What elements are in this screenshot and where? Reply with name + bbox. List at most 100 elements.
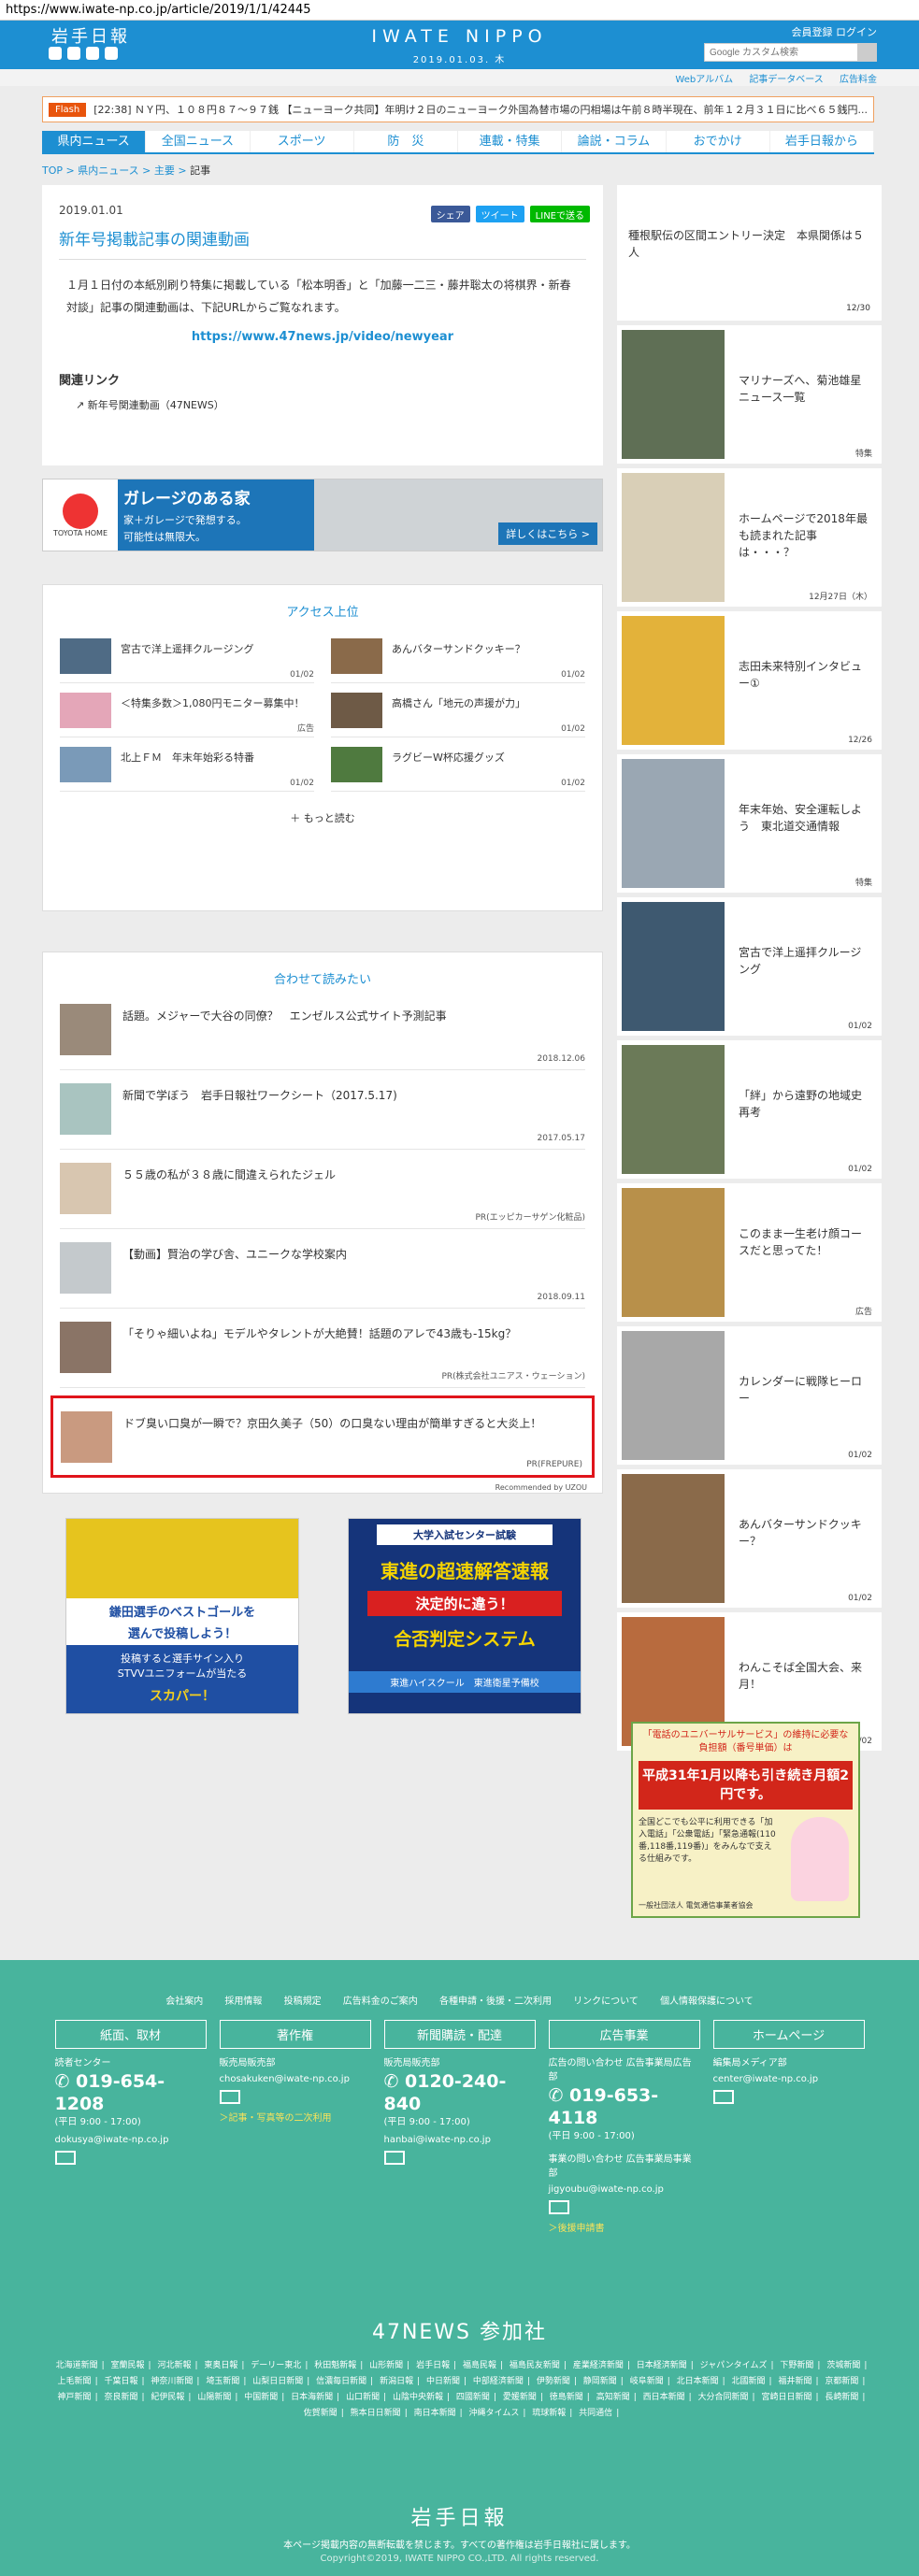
nav-prefectural-news[interactable]: 県内ニュース bbox=[42, 131, 147, 152]
ranking-item[interactable]: 高橋さん「地元の声援が力」 01/02 bbox=[331, 693, 585, 737]
partner-paper-link[interactable]: 京都新聞 bbox=[825, 2377, 858, 2386]
sidebar-item[interactable]: マリナーズへ、菊池雄星ニュース一覧 特集 bbox=[617, 325, 882, 464]
partner-paper-link[interactable]: 大分合同新聞 bbox=[698, 2393, 749, 2402]
partner-paper-link[interactable]: 宮崎日日新聞 bbox=[761, 2393, 811, 2402]
mail-icon[interactable] bbox=[219, 2090, 240, 2104]
partner-paper-link[interactable]: 北國新聞 bbox=[732, 2377, 766, 2386]
footer-link-ad-rates[interactable]: 広告料金のご案内 bbox=[343, 1996, 418, 2007]
partner-paper-link[interactable]: 福島民報 bbox=[463, 2361, 496, 2370]
ranking-item[interactable]: 宮古で洋上遥拝クルージング 01/02 bbox=[60, 638, 314, 683]
flash-news-ticker[interactable]: Flash [22:38] ＮＹ円、１０８円８７～９７銭 【ニューヨーク共同】年… bbox=[42, 96, 874, 122]
partner-paper-link[interactable]: 岐阜新聞 bbox=[630, 2377, 664, 2386]
partner-paper-link[interactable]: 室蘭民報 bbox=[111, 2361, 145, 2370]
sidebar-item[interactable]: ホームページで2018年最も読まれた記事は・・・？ 12月27日（木） bbox=[617, 468, 882, 607]
partner-paper-link[interactable]: 新潟日報 bbox=[380, 2377, 413, 2386]
subnav-album-link[interactable]: Webアルバム bbox=[675, 75, 733, 85]
partner-paper-link[interactable]: 福島民友新聞 bbox=[510, 2361, 560, 2370]
nav-disaster[interactable]: 防 災 bbox=[354, 131, 458, 152]
partner-paper-link[interactable]: 千葉日報 bbox=[104, 2377, 137, 2386]
sidebar-item[interactable]: 年末年始、安全運転しよう 東北道交通情報 特集 bbox=[617, 754, 882, 893]
ranking-item[interactable]: ＜特集多数＞1,080円モニター募集中！ 広告 bbox=[60, 693, 314, 737]
sidebar-item[interactable]: このまま一生老け顔コースだと思ってた！ 広告 bbox=[617, 1183, 882, 1322]
breadcrumb-main[interactable]: 主要 bbox=[154, 165, 175, 177]
nav-from-nippo[interactable]: 岩手日報から bbox=[770, 131, 874, 152]
footer-logo[interactable]: 岩手日報 bbox=[0, 2501, 919, 2531]
rec-item[interactable]: 話題。メジャーで大谷の同僚？ エンゼルス公式サイト予測記事 2018.12.06 bbox=[60, 991, 585, 1070]
footer-link-rules[interactable]: 投稿規定 bbox=[284, 1996, 322, 2007]
partner-paper-link[interactable]: 北海道新聞 bbox=[56, 2361, 98, 2370]
partner-paper-link[interactable]: 山陽新聞 bbox=[197, 2393, 231, 2402]
partner-paper-link[interactable]: 産業経済新聞 bbox=[573, 2361, 624, 2370]
nav-outings[interactable]: おでかけ bbox=[667, 131, 770, 152]
search-input[interactable] bbox=[704, 43, 858, 62]
contact-head[interactable]: ホームページ bbox=[712, 2020, 865, 2049]
partner-paper-link[interactable]: 愛媛新聞 bbox=[503, 2393, 537, 2402]
partner-paper-link[interactable]: 南日本新聞 bbox=[414, 2409, 456, 2418]
mail-icon[interactable] bbox=[712, 2090, 734, 2104]
partner-paper-link[interactable]: 下野新聞 bbox=[780, 2361, 813, 2370]
line-share-button[interactable]: LINEで送る bbox=[529, 206, 590, 222]
partner-paper-link[interactable]: ジャパンタイムズ bbox=[700, 2361, 768, 2370]
mail-icon[interactable] bbox=[383, 2151, 405, 2165]
partner-paper-link[interactable]: 上毛新聞 bbox=[58, 2377, 92, 2386]
nav-national-news[interactable]: 全国ニュース bbox=[146, 131, 251, 152]
ranking-item[interactable]: 北上ＦＭ 年末年始彩る特番 01/02 bbox=[60, 747, 314, 792]
breadcrumb-top[interactable]: TOP bbox=[42, 165, 63, 177]
partner-paper-link[interactable]: 東奥日報 bbox=[204, 2361, 237, 2370]
partner-paper-link[interactable]: 中部経済新聞 bbox=[473, 2377, 524, 2386]
ranking-item[interactable]: ラグビーW杯応援グッズ 01/02 bbox=[331, 747, 585, 792]
partner-paper-link[interactable]: 山形新聞 bbox=[369, 2361, 403, 2370]
read-more-button[interactable]: ＋ もっと読む bbox=[43, 810, 602, 825]
partner-paper-link[interactable]: 福井新聞 bbox=[778, 2377, 811, 2386]
mail-icon[interactable] bbox=[548, 2200, 569, 2214]
contact-email[interactable]: center@iwate-np.co.jp bbox=[713, 2072, 865, 2086]
toyota-home-ad[interactable]: TOYOTA HOME ガレージのある家 家＋ガレージで発想する。 可能性は無限… bbox=[42, 479, 603, 551]
partner-paper-link[interactable]: 神戸新聞 bbox=[58, 2393, 92, 2402]
partner-paper-link[interactable]: 茨城新聞 bbox=[826, 2361, 860, 2370]
partner-paper-link[interactable]: 四國新聞 bbox=[456, 2393, 490, 2402]
member-login-link[interactable]: 会員登録 ログイン bbox=[792, 24, 878, 39]
facebook-share-button[interactable]: シェア bbox=[430, 206, 470, 222]
sidebar-item[interactable]: カレンダーに戦隊ヒーロー 01/02 bbox=[617, 1326, 882, 1465]
contact-head[interactable]: 著作権 bbox=[219, 2020, 371, 2049]
sidebar-item[interactable]: 「絆」から遠野の地域史再考 01/02 bbox=[617, 1040, 882, 1179]
rec-item[interactable]: 【動画】賢治の学び舎、ユニークな学校案内 2018.09.11 bbox=[60, 1229, 585, 1309]
partner-paper-link[interactable]: 静岡新聞 bbox=[583, 2377, 617, 2386]
contact-head[interactable]: 紙面、取材 bbox=[54, 2020, 207, 2049]
partner-paper-link[interactable]: 山陰中央新報 bbox=[393, 2393, 443, 2402]
footer-link-company[interactable]: 会社案内 bbox=[165, 1996, 203, 2007]
sidebar-item[interactable]: 志田未来特別インタビュー① 12/26 bbox=[617, 611, 882, 750]
flash-text[interactable]: [22:38] ＮＹ円、１０８円８７～９７銭 【ニューヨーク共同】年明け２日のニ… bbox=[93, 102, 868, 117]
rec-item[interactable]: 「そりゃ細いよね」モデルやタレントが大絶賛！話題のアレで43歳も-15kg？ PR… bbox=[60, 1309, 585, 1388]
nav-series[interactable]: 連載・特集 bbox=[458, 131, 563, 152]
sidebar-item[interactable]: あんバターサンドクッキー？ 01/02 bbox=[617, 1469, 882, 1608]
recommended-by[interactable]: Recommended by UZOU bbox=[43, 1478, 602, 1497]
twitter-share-button[interactable]: ツイート bbox=[475, 206, 524, 222]
rec-item[interactable]: 新聞で学ぼう 岩手日報社ワークシート（2017.5.17) 2017.05.17 bbox=[60, 1070, 585, 1150]
breadcrumb-pref[interactable]: 県内ニュース bbox=[78, 165, 138, 177]
partner-paper-link[interactable]: 共同通信 bbox=[579, 2409, 612, 2418]
partner-paper-link[interactable]: 長崎新聞 bbox=[825, 2393, 858, 2402]
partner-paper-link[interactable]: 熊本日日新聞 bbox=[351, 2409, 401, 2418]
partner-paper-link[interactable]: 高知新聞 bbox=[596, 2393, 630, 2402]
footer-link-about-links[interactable]: リンクについて bbox=[573, 1996, 639, 2007]
rec-item[interactable]: ５５歳の私が３８歳に間違えられたジェル PR(エッピカーサゲン化粧品) bbox=[60, 1150, 585, 1229]
partner-paper-link[interactable]: 信濃毎日新聞 bbox=[316, 2377, 366, 2386]
partner-paper-link[interactable]: 埼玉新聞 bbox=[206, 2377, 239, 2386]
partner-paper-link[interactable]: 北日本新聞 bbox=[677, 2377, 719, 2386]
partner-paper-link[interactable]: 中国新聞 bbox=[244, 2393, 278, 2402]
partner-paper-link[interactable]: 河北新報 bbox=[157, 2361, 191, 2370]
footer-link-recruit[interactable]: 採用情報 bbox=[224, 1996, 262, 2007]
rec-item-highlighted[interactable]: ドブ臭い口臭が一瞬で？京田久美子（50）の口臭ない理由が簡単すぎると大炎上！ PR… bbox=[50, 1395, 595, 1478]
footer-link-applications[interactable]: 各種申請・後援・二次利用 bbox=[439, 1996, 552, 2007]
partner-paper-link[interactable]: 山梨日日新聞 bbox=[252, 2377, 303, 2386]
nav-editorial[interactable]: 論説・コラム bbox=[562, 131, 667, 152]
contact-head[interactable]: 広告事業 bbox=[548, 2020, 700, 2049]
partner-paper-link[interactable]: 秋田魁新報 bbox=[314, 2361, 356, 2370]
sidebar-item[interactable]: 宮古で洋上遥拝クルージング 01/02 bbox=[617, 897, 882, 1036]
partner-paper-link[interactable]: 日本経済新聞 bbox=[637, 2361, 687, 2370]
partner-paper-link[interactable]: 紀伊民報 bbox=[151, 2393, 184, 2402]
partner-paper-link[interactable]: 日本海新聞 bbox=[291, 2393, 333, 2402]
address-bar[interactable]: https://www.iwate-np.co.jp/article/2019/… bbox=[0, 0, 919, 21]
contact-email[interactable]: dokusya@iwate-np.co.jp bbox=[55, 2133, 207, 2147]
